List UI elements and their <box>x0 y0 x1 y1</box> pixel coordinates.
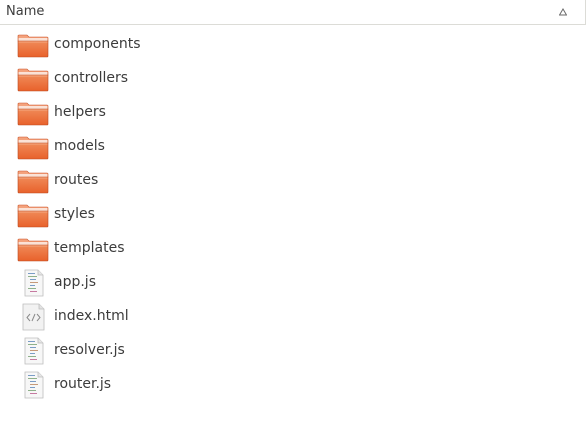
file-name-label: components <box>54 36 141 52</box>
file-row-models[interactable]: models <box>0 129 586 163</box>
folder-icon <box>17 201 49 229</box>
file-name-label: controllers <box>54 70 129 86</box>
file-name-label: router.js <box>54 376 112 392</box>
javascript-file-icon <box>17 269 49 297</box>
file-name-label: models <box>54 138 105 154</box>
folder-icon <box>17 167 49 195</box>
file-row-controllers[interactable]: controllers <box>0 61 586 95</box>
file-rows: components controllers helpers models routes… <box>0 27 586 401</box>
file-row-index-html[interactable]: index.html <box>0 299 586 333</box>
file-name-label: index.html <box>54 308 129 324</box>
file-row-app-js[interactable]: app.js <box>0 265 586 299</box>
file-row-styles[interactable]: styles <box>0 197 586 231</box>
name-column-label: Name <box>6 4 45 19</box>
file-name-label: templates <box>54 240 125 256</box>
name-column-header[interactable]: Name <box>0 0 586 25</box>
file-row-router-js[interactable]: router.js <box>0 367 586 401</box>
javascript-file-icon <box>17 337 49 365</box>
file-row-resolver-js[interactable]: resolver.js <box>0 333 586 367</box>
folder-icon <box>17 133 49 161</box>
folder-icon <box>17 31 49 59</box>
html-file-icon <box>17 303 49 331</box>
folder-icon <box>17 99 49 127</box>
folder-icon <box>17 235 49 263</box>
file-list-view: Name components controllers helpers models r… <box>0 0 586 428</box>
file-row-templates[interactable]: templates <box>0 231 586 265</box>
file-row-helpers[interactable]: helpers <box>0 95 586 129</box>
file-name-label: resolver.js <box>54 342 125 358</box>
sort-ascending-arrow-icon[interactable] <box>559 8 567 16</box>
file-name-label: routes <box>54 172 99 188</box>
javascript-file-icon <box>17 371 49 399</box>
file-name-label: app.js <box>54 274 96 290</box>
file-name-label: helpers <box>54 104 106 120</box>
file-row-components[interactable]: components <box>0 27 586 61</box>
file-row-routes[interactable]: routes <box>0 163 586 197</box>
folder-icon <box>17 65 49 93</box>
file-name-label: styles <box>54 206 95 222</box>
